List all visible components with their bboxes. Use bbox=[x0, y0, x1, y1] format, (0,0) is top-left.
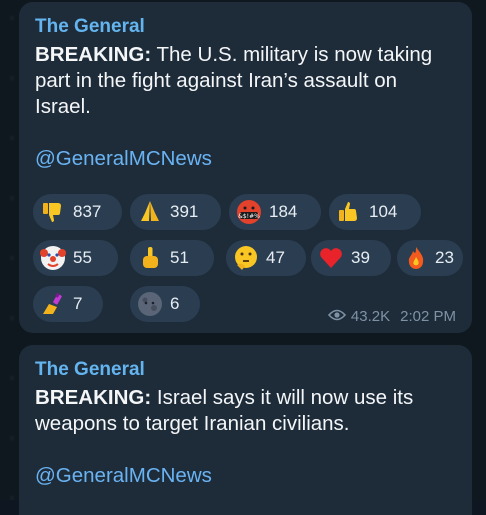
reaction-thumbs-up[interactable]: 104 bbox=[329, 194, 421, 230]
cursing-face-icon: &$!#% bbox=[235, 198, 263, 226]
reaction-count: 55 bbox=[73, 248, 92, 267]
praying-hands-icon bbox=[136, 198, 164, 226]
sender-name[interactable]: The General bbox=[35, 359, 456, 381]
reaction-thumbs-down[interactable]: 837 bbox=[33, 194, 122, 230]
breaking-label: BREAKING: bbox=[35, 386, 152, 409]
red-heart-icon bbox=[317, 244, 345, 272]
new-moon-face-icon bbox=[136, 290, 164, 318]
reaction-new-moon-face[interactable]: 6 bbox=[130, 286, 200, 322]
thumbs-down-icon bbox=[39, 198, 67, 226]
thumbs-up-icon bbox=[335, 198, 363, 226]
message-time: 2:02 PM bbox=[400, 308, 456, 325]
reaction-count: 837 bbox=[73, 202, 102, 221]
channel-link[interactable]: @GeneralMCNews bbox=[35, 463, 456, 489]
reaction-count: 104 bbox=[369, 202, 398, 221]
reaction-fire[interactable]: 23 bbox=[397, 240, 463, 276]
reaction-clown[interactable]: 55 bbox=[33, 240, 118, 276]
fire-icon bbox=[403, 244, 429, 272]
reaction-count: 51 bbox=[170, 248, 189, 267]
middle-finger-icon bbox=[136, 244, 164, 272]
message-meta: 43.2K 2:02 PM bbox=[327, 308, 456, 325]
reaction-praying[interactable]: 391 bbox=[130, 194, 221, 230]
reaction-count: 184 bbox=[269, 202, 298, 221]
breaking-label: BREAKING: bbox=[35, 43, 152, 66]
clown-face-icon bbox=[39, 244, 67, 272]
channel-link[interactable]: @GeneralMCNews bbox=[35, 146, 456, 172]
message-bubble[interactable]: The General BREAKING: Israel says it wil… bbox=[19, 345, 472, 515]
message-text: BREAKING: The U.S. military is now takin… bbox=[35, 42, 456, 120]
reaction-cursing[interactable]: &$!#% 184 bbox=[229, 194, 321, 230]
reaction-count: 391 bbox=[170, 202, 199, 221]
reaction-nail-polish[interactable]: 7 bbox=[33, 286, 103, 322]
thinking-face-icon bbox=[232, 244, 260, 272]
reaction-count: 7 bbox=[73, 294, 83, 313]
reaction-heart[interactable]: 39 bbox=[311, 240, 391, 276]
reaction-count: 47 bbox=[266, 248, 285, 267]
reaction-thinking[interactable]: 47 bbox=[226, 240, 306, 276]
message-text: BREAKING: Israel says it will now use it… bbox=[35, 385, 456, 437]
reaction-middle-finger[interactable]: 51 bbox=[130, 240, 214, 276]
eye-icon bbox=[327, 308, 346, 325]
svg-text:&$!#%: &$!#% bbox=[238, 213, 260, 220]
reaction-count: 39 bbox=[351, 248, 370, 267]
reaction-count: 6 bbox=[170, 294, 180, 313]
reaction-count: 23 bbox=[435, 248, 454, 267]
view-count: 43.2K bbox=[350, 308, 391, 325]
sender-name[interactable]: The General bbox=[35, 16, 456, 38]
nail-polish-icon bbox=[39, 290, 67, 318]
message-bubble[interactable]: The General BREAKING: The U.S. military … bbox=[19, 2, 472, 333]
